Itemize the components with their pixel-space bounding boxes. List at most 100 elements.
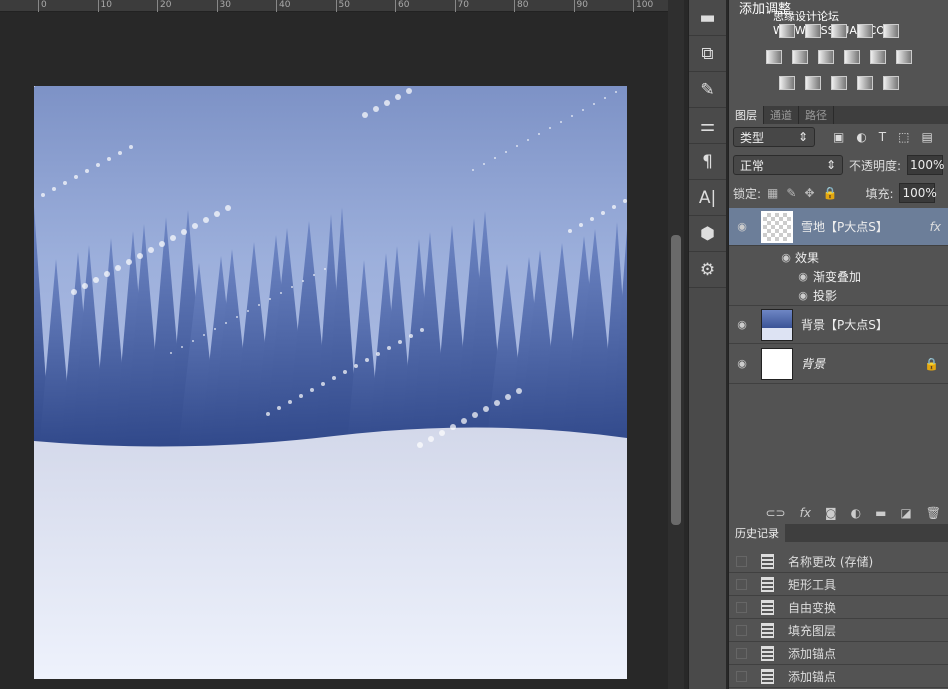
snowflake [126,259,132,265]
snowflake [538,133,540,135]
history-item[interactable]: 添加锚点 [729,642,948,665]
layer-filter-select[interactable]: 类型⇕ [733,127,815,147]
tool-preset-icon[interactable]: ✎ [689,72,726,108]
fx-menu-icon[interactable]: fx [800,506,811,520]
blend-mode-select[interactable]: 正常⇕ [733,155,843,175]
threshold-icon[interactable] [831,76,847,90]
layer-background-image[interactable]: ◉ 背景【P大点S】 [729,305,948,344]
snowflake [266,412,270,416]
filter-icons[interactable]: ▣◐T⬚▤ [833,130,945,144]
trash-icon[interactable]: 🗑 [926,506,941,520]
invert-icon[interactable] [779,76,795,90]
photo-filter-icon[interactable] [844,50,860,64]
mask-icon[interactable]: ◙ [825,506,837,520]
lock-icons[interactable]: ▦✎✥🔒 [767,186,845,200]
history-checkbox[interactable] [736,579,747,590]
adjustment-icons-row-1 [729,24,948,38]
brightness-icon[interactable] [779,24,795,38]
history-checkbox[interactable] [736,556,747,567]
history-checkbox[interactable] [736,671,747,682]
hue-icon[interactable] [766,50,782,64]
eye-icon[interactable]: ◉ [793,289,813,302]
tab-paths[interactable]: 路径 [799,106,834,124]
settings-icon[interactable]: ⚙ [689,252,726,288]
ruler-tick: 70 [455,0,469,12]
document-icon [761,669,774,684]
vibrance-icon[interactable] [883,24,899,38]
adjustment-icons-row-2 [729,50,948,64]
snowflake [571,115,573,117]
snowflake [96,163,100,167]
snowflake [321,382,325,386]
eye-icon[interactable]: ◉ [777,251,795,264]
layer-thumbnail [761,348,793,380]
folder-icon[interactable]: ▬ [875,506,886,520]
levels-icon[interactable] [805,24,821,38]
snowflake [579,223,583,227]
eye-icon[interactable]: ◉ [729,220,755,233]
blend-mode-value: 正常 [740,157,764,174]
document-canvas[interactable] [34,86,627,679]
tab-layers[interactable]: 图层 [729,106,764,124]
new-layer-icon[interactable]: ◪ [900,506,911,520]
exposure-icon[interactable] [857,24,873,38]
layer-snow[interactable]: ◉ 雪地【P大点S】 fx [729,208,948,246]
history-brush-icon[interactable]: ▬ [689,0,726,36]
brush-preset-icon[interactable]: ⧉ [689,36,726,72]
snowy-forest-image [34,86,627,679]
snowflake [129,145,133,149]
snowflake [277,406,281,410]
channel-mixer-icon[interactable] [870,50,886,64]
snowflake [181,346,183,348]
fx-icon[interactable]: fx [930,220,941,234]
snowflake [398,340,402,344]
snowflake [387,346,391,350]
selective-color-icon[interactable] [857,76,873,90]
snowflake [604,97,606,99]
history-item[interactable]: 添加锚点 [729,665,948,688]
adjustment-icons-row-3 [729,76,948,90]
history-item[interactable]: 矩形工具 [729,573,948,596]
history-item[interactable]: 填充图层 [729,619,948,642]
snowflake [365,358,369,362]
eye-icon[interactable]: ◉ [793,270,813,283]
black-white-icon[interactable] [818,50,834,64]
tab-history[interactable]: 历史记录 [729,524,785,542]
history-item[interactable]: 名称更改 (存储) [729,550,948,573]
eye-icon[interactable]: ◉ [729,357,755,370]
effect-drop-shadow[interactable]: ◉投影 [793,287,837,304]
3d-cube-icon[interactable]: ⬢ [689,216,726,252]
history-checkbox[interactable] [736,602,747,613]
snowflake [527,139,529,141]
adjust-icon[interactable]: ⚌ [689,108,726,144]
effect-gradient-overlay[interactable]: ◉渐变叠加 [793,268,861,285]
history-checkbox[interactable] [736,648,747,659]
tab-channels[interactable]: 通道 [764,106,799,124]
scroll-thumb[interactable] [671,235,681,525]
eye-icon[interactable]: ◉ [729,318,755,331]
layer-background[interactable]: ◉ 背景 🔒 [729,344,948,384]
effects-label: 效果 [795,249,819,266]
fill-input[interactable]: 100% [899,183,935,203]
history-item[interactable]: 自由变换 [729,596,948,619]
color-lookup-icon[interactable] [896,50,912,64]
snowflake [310,388,314,392]
history-checkbox[interactable] [736,625,747,636]
gradient-map-icon[interactable] [883,76,899,90]
opacity-input[interactable]: 100% [907,155,943,175]
link-icon[interactable]: ⊂⊃ [766,506,786,520]
snowflake [192,223,198,229]
color-balance-icon[interactable] [792,50,808,64]
posterize-icon[interactable] [805,76,821,90]
vertical-scrollbar[interactable] [668,0,684,689]
paragraph-icon[interactable]: ¶ [689,144,726,180]
document-icon [761,600,774,615]
snowflake [170,235,176,241]
layer-thumbnail [761,309,793,341]
snowflake [159,241,165,247]
curves-icon[interactable] [831,24,847,38]
character-icon[interactable]: A| [689,180,726,216]
adjustment-layer-icon[interactable]: ◐ [851,506,861,520]
snowflake [104,271,110,277]
effects-row[interactable]: ◉效果 [777,249,819,266]
